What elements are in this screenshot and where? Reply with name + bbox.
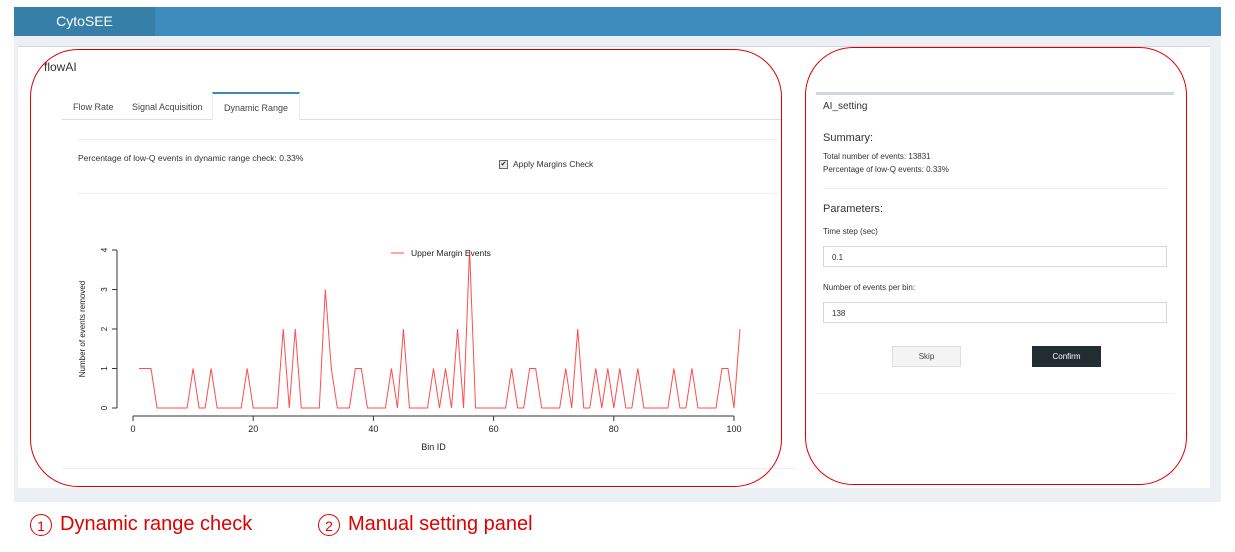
top-navbar: CytoSEE: [14, 7, 1221, 36]
annotation-ring-1: [30, 49, 782, 487]
annotation-number: 1: [30, 513, 52, 536]
annotation-2: 2 Manual setting panel: [318, 513, 533, 536]
annotation-number: 2: [318, 513, 340, 536]
annotation-1: 1 Dynamic range check: [30, 513, 252, 536]
app-brand[interactable]: CytoSEE: [14, 7, 155, 36]
annotation-ring-2: [805, 47, 1187, 485]
annotation-text: Manual setting panel: [348, 513, 533, 535]
annotation-text: Dynamic range check: [60, 513, 253, 535]
